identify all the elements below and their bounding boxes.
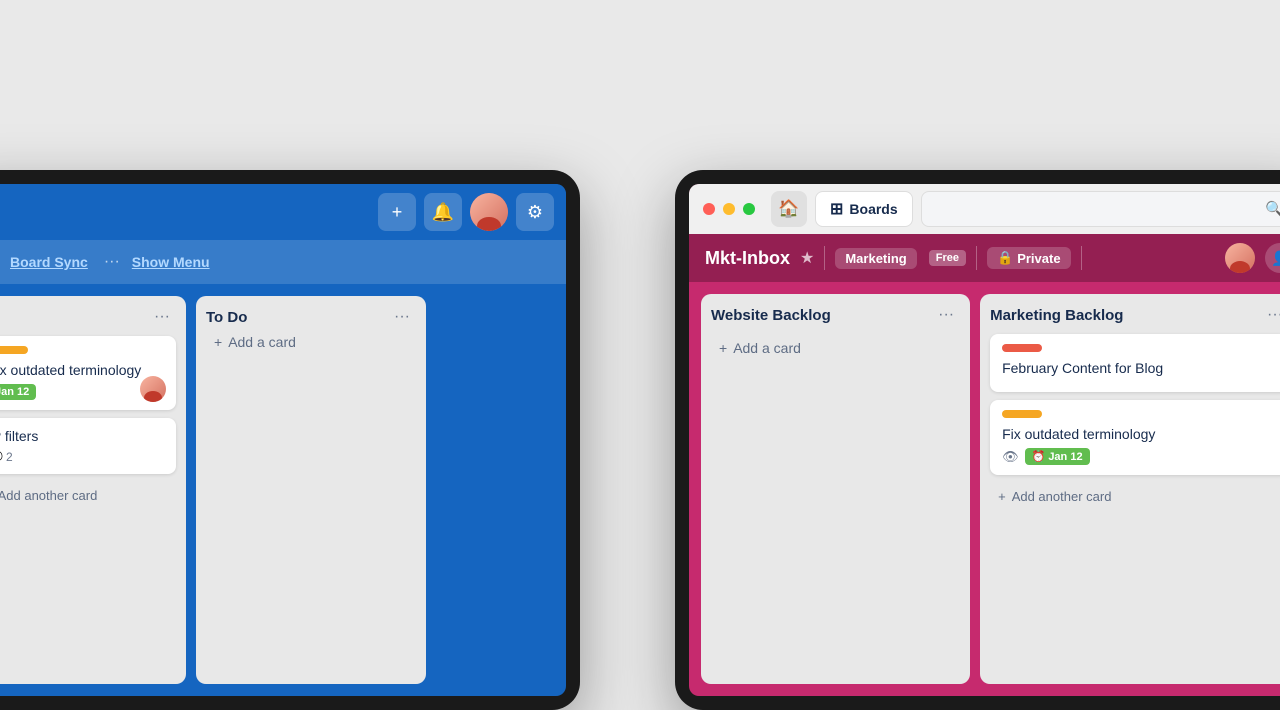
website-backlog-menu[interactable]: ··· (932, 304, 960, 326)
card-outdated-terminology[interactable]: Fix outdated terminology Jan 12 (0, 336, 176, 410)
boards-button[interactable]: ⊞ Boards (815, 191, 913, 227)
search-icon: 🔍 (1265, 200, 1280, 218)
clock-icon: ⏰ (1032, 450, 1046, 463)
card-fix-terminology[interactable]: Fix outdated terminology 👁 ⏰ Jan 12 (990, 400, 1280, 475)
card-badges-2: 💬 2 (0, 450, 164, 464)
card-member-avatar (140, 376, 166, 402)
add-another-label: Add another card (0, 488, 97, 503)
comment-badge: 💬 2 (0, 450, 13, 464)
todo-column-title: To Do (206, 309, 247, 326)
right-tablet-screen: 🏠 ⊞ Boards 🔍 Mkt-Inbox ★ Marketing Free … (689, 184, 1280, 696)
partial-column-header: ··· (0, 306, 176, 328)
add-card-label: Add a card (228, 334, 296, 350)
todo-add-card-button[interactable]: + Add a card (206, 328, 416, 356)
card-title-ip: IP filters (0, 428, 164, 444)
todo-column-header: To Do ··· (206, 306, 416, 328)
plus-icon-todo: + (214, 334, 222, 350)
traffic-light-red (703, 203, 715, 215)
subheader-divider-2 (976, 246, 977, 270)
todo-column-menu[interactable]: ··· (388, 306, 416, 328)
left-topbar: + 🔔 ⚙ (0, 184, 566, 240)
website-backlog-header: Website Backlog ··· (711, 304, 960, 326)
settings-button[interactable]: ⚙ (516, 193, 554, 231)
lock-icon: 🔒 (997, 250, 1013, 266)
add-member-icon: 👤 (1271, 250, 1280, 267)
right-user-avatar (1225, 243, 1255, 273)
left-board-area: ··· Fix outdated terminology Jan 12 IP f… (0, 284, 566, 696)
show-menu-link[interactable]: Show Menu (132, 254, 210, 270)
left-partial-column: ··· Fix outdated terminology Jan 12 IP f… (0, 296, 186, 684)
boards-grid-icon: ⊞ (830, 199, 843, 219)
left-tablet: + 🔔 ⚙ 🔄 Board Sync ··· Show Menu (0, 170, 580, 710)
card-terminology-title: Fix outdated terminology (1002, 426, 1277, 442)
todo-column: To Do ··· + Add a card (196, 296, 426, 684)
board-sync-link[interactable]: Board Sync (10, 254, 88, 270)
subheader-divider-3 (1081, 246, 1082, 270)
right-board-area: Website Backlog ··· + Add a card Marketi… (689, 282, 1280, 696)
subheader-divider-1 (824, 246, 825, 270)
website-add-card-button[interactable]: + Add a card (711, 334, 960, 362)
private-button[interactable]: 🔒 Private (987, 247, 1071, 269)
add-another-card-button[interactable]: + Add another card (0, 482, 176, 509)
card-feb-title: February Content for Blog (1002, 360, 1277, 376)
boards-label: Boards (849, 201, 897, 217)
board-sync-row: 🔄 Board Sync ··· Show Menu (0, 240, 566, 284)
plus-icon-website: + (719, 340, 727, 356)
partial-column-menu[interactable]: ··· (148, 306, 176, 328)
watch-icon: 👁 (1002, 449, 1019, 465)
private-label: Private (1017, 251, 1060, 266)
website-backlog-title: Website Backlog (711, 307, 831, 324)
marketing-backlog-title: Marketing Backlog (990, 307, 1123, 324)
traffic-light-yellow (723, 203, 735, 215)
card-terminology-badges: 👁 ⏰ Jan 12 (1002, 448, 1277, 465)
card-ip-filters[interactable]: IP filters 💬 2 (0, 418, 176, 474)
date-badge-terminology: ⏰ Jan 12 (1025, 448, 1090, 465)
website-add-card-label: Add a card (733, 340, 801, 356)
home-icon: 🏠 (778, 199, 799, 219)
marketing-backlog-column: Marketing Backlog ··· February Content f… (980, 294, 1280, 684)
marketing-backlog-header: Marketing Backlog ··· (990, 304, 1280, 326)
user-avatar (470, 193, 508, 231)
bell-icon: 🔔 (432, 202, 454, 223)
marketing-tag[interactable]: Marketing (835, 248, 916, 269)
gear-icon: ⚙ (527, 202, 543, 223)
comment-icon: 💬 (0, 450, 3, 464)
marketing-add-another-label: Add another card (1012, 489, 1112, 504)
left-tablet-screen: + 🔔 ⚙ 🔄 Board Sync ··· Show Menu (0, 184, 566, 696)
avatar-button[interactable] (470, 193, 508, 231)
add-member-button[interactable]: 👤 (1265, 243, 1280, 273)
right-tablet: 🏠 ⊞ Boards 🔍 Mkt-Inbox ★ Marketing Free … (675, 170, 1280, 710)
right-topbar: 🏠 ⊞ Boards 🔍 (689, 184, 1280, 234)
traffic-light-green (743, 203, 755, 215)
card-february-content[interactable]: February Content for Blog (990, 334, 1280, 392)
date-label: Jan 12 (1048, 451, 1082, 463)
right-subheader: Mkt-Inbox ★ Marketing Free 🔒 Private 👤 (689, 234, 1280, 282)
home-button[interactable]: 🏠 (771, 191, 807, 227)
comment-count: 2 (6, 450, 13, 464)
bell-button[interactable]: 🔔 (424, 193, 462, 231)
board-title: Mkt-Inbox (705, 248, 790, 269)
card-label-red (1002, 344, 1042, 352)
plus-icon-mkt: + (998, 489, 1006, 504)
search-bar[interactable]: 🔍 (921, 191, 1280, 227)
date-badge: Jan 12 (0, 384, 36, 400)
card-label-orange (1002, 410, 1042, 418)
dots-menu-button[interactable]: ··· (104, 253, 120, 271)
marketing-backlog-menu[interactable]: ··· (1261, 304, 1280, 326)
card-label-yellow (0, 346, 28, 354)
add-button[interactable]: + (378, 193, 416, 231)
website-backlog-column: Website Backlog ··· + Add a card (701, 294, 970, 684)
star-button[interactable]: ★ (800, 248, 814, 268)
card-title: Fix outdated terminology (0, 362, 164, 378)
marketing-add-another-button[interactable]: + Add another card (990, 483, 1280, 510)
free-badge: Free (929, 250, 966, 266)
